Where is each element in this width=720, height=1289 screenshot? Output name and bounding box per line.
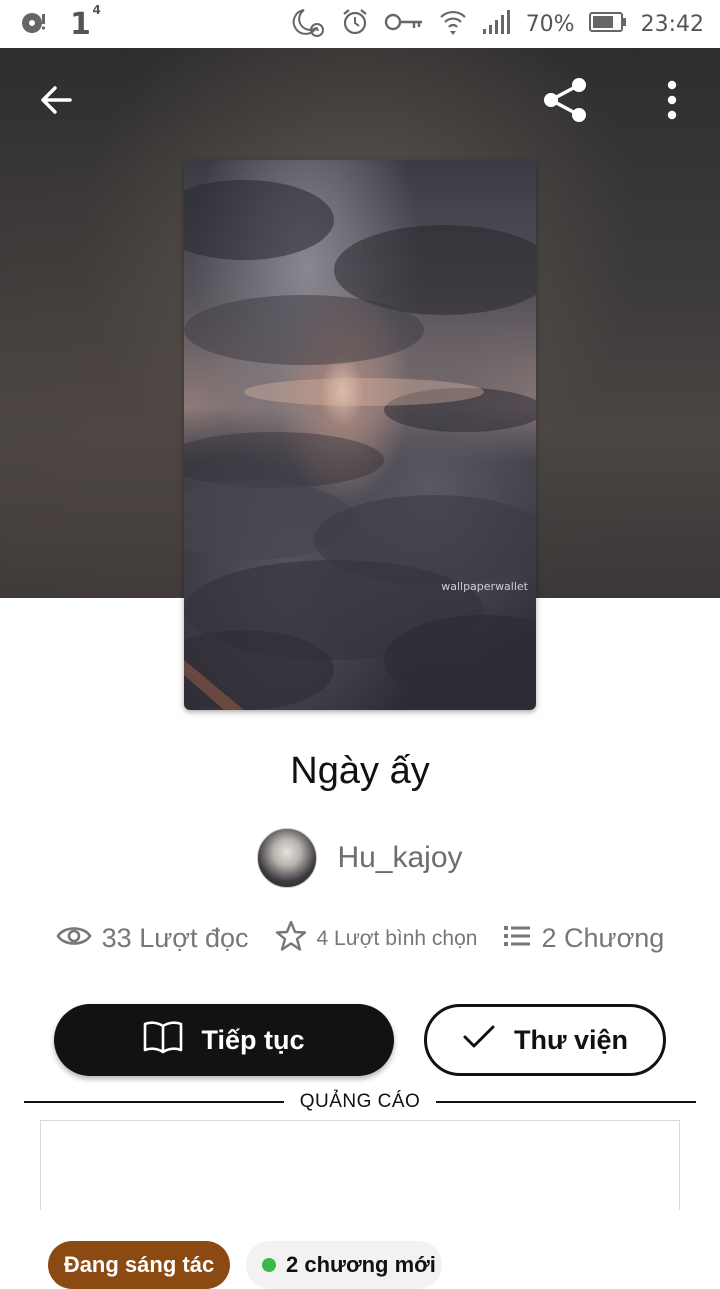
share-button[interactable] xyxy=(542,72,590,132)
cloud-texture xyxy=(184,180,536,710)
new-chapters-label: 2 chương mới xyxy=(286,1252,436,1277)
ad-container[interactable] xyxy=(40,1120,680,1210)
alarm-icon xyxy=(340,7,370,41)
chapters-stat: 2 Chương xyxy=(503,923,664,954)
story-stats: 33 Lượt đọc 4 Lượt bình chọn 2 Chương xyxy=(0,920,720,957)
divider-line xyxy=(436,1101,696,1103)
eye-icon xyxy=(56,924,92,953)
wifi-icon xyxy=(438,7,468,41)
author-row[interactable]: Hu_kajoy xyxy=(0,828,720,888)
media-icon xyxy=(20,8,48,40)
signal-icon xyxy=(482,9,512,39)
share-icon xyxy=(541,75,591,130)
votes-count: 4 Lượt bình chọn xyxy=(316,926,478,950)
more-vertical-icon xyxy=(666,80,678,125)
author-name[interactable]: Hu_kajoy xyxy=(337,841,462,875)
book-open-icon xyxy=(143,1020,183,1061)
continue-reading-button[interactable]: Tiếp tục xyxy=(54,1004,394,1076)
night-mode-alarm-icon xyxy=(290,6,326,42)
reads-stat: 33 Lượt đọc xyxy=(56,923,249,954)
notification-count: 14 xyxy=(70,2,101,42)
ad-divider: QUẢNG CÁO xyxy=(24,1090,696,1114)
story-cover-image[interactable]: wallpaperwallet xyxy=(184,160,536,710)
more-options-button[interactable] xyxy=(648,72,696,132)
star-icon xyxy=(275,920,307,957)
divider-line xyxy=(24,1101,284,1103)
list-icon xyxy=(503,924,531,953)
vpn-key-icon xyxy=(384,11,424,37)
author-avatar[interactable] xyxy=(257,828,318,888)
cover-watermark: wallpaperwallet xyxy=(441,580,528,593)
battery-percent: 70% xyxy=(525,11,575,37)
library-label: Thư viện xyxy=(513,1024,629,1055)
continue-label: Tiếp tục xyxy=(201,1024,305,1055)
votes-stat: 4 Lượt bình chọn xyxy=(275,920,478,957)
ad-label: QUẢNG CÁO xyxy=(299,1091,421,1112)
clock: 23:42 xyxy=(640,11,704,37)
checkmark-icon xyxy=(462,1024,496,1057)
library-button[interactable]: Thư viện xyxy=(424,1004,666,1076)
story-title: Ngày ấy xyxy=(290,750,430,792)
new-chapters-badge: 2 chương mới xyxy=(246,1241,442,1289)
battery-icon xyxy=(588,11,627,37)
new-indicator-dot xyxy=(262,1258,276,1272)
status-label: Đang sáng tác xyxy=(63,1252,215,1277)
chapters-count: 2 Chương xyxy=(541,923,665,953)
reads-count: 33 Lượt đọc xyxy=(101,923,249,953)
story-status-badge: Đang sáng tác xyxy=(48,1241,230,1289)
back-button[interactable] xyxy=(32,72,80,132)
arrow-left-icon xyxy=(36,80,76,125)
status-bar: 14 70% 23:42 xyxy=(0,0,720,48)
